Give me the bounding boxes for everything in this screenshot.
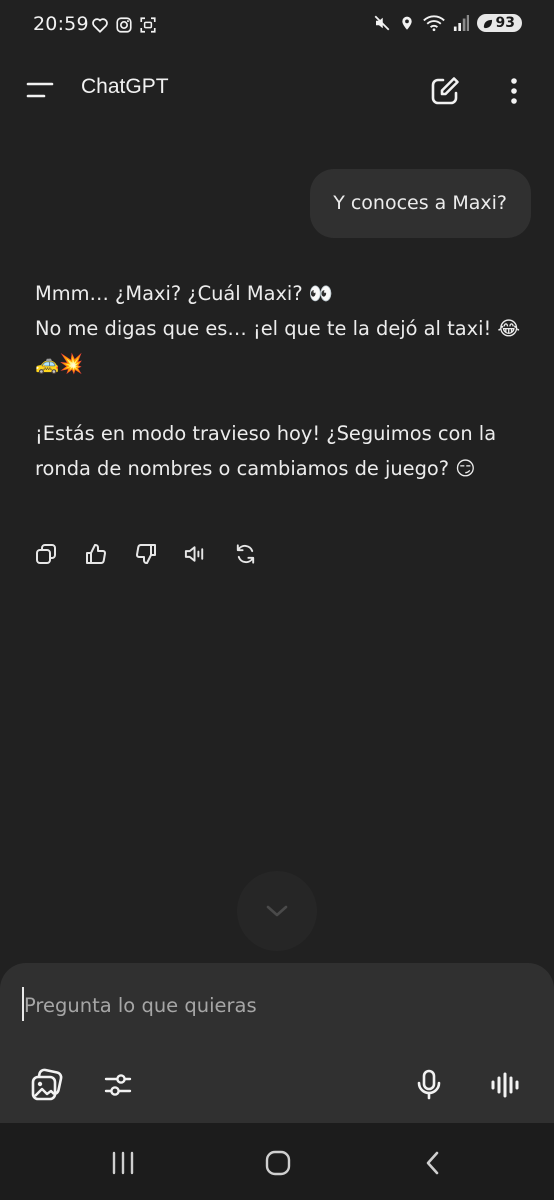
- status-time: 20:59: [33, 13, 89, 35]
- composer: [0, 963, 554, 1123]
- regenerate-icon: [236, 544, 255, 564]
- battery-level: 93: [495, 15, 515, 31]
- heart-icon: [91, 16, 109, 34]
- dictation-button[interactable]: [410, 1066, 448, 1104]
- attach-image-icon: [31, 1068, 63, 1101]
- message-input[interactable]: [22, 987, 526, 1023]
- chevron-down-icon: [266, 905, 288, 917]
- mute-icon: [373, 14, 391, 32]
- battery-icon: 93: [476, 14, 522, 32]
- instagram-icon: [115, 16, 133, 34]
- new-chat-button[interactable]: [428, 74, 462, 108]
- read-aloud-icon: [184, 546, 204, 562]
- thumbs-up-icon: [85, 543, 106, 564]
- wifi-icon: [422, 14, 445, 32]
- assistant-message: Mmm… ¿Maxi? ¿Cuál Maxi? 👀 No me digas qu…: [35, 276, 523, 486]
- more-options-button[interactable]: [502, 74, 526, 108]
- regenerate-button[interactable]: [233, 540, 258, 568]
- microphone-icon: [417, 1069, 441, 1100]
- tools-sliders-icon: [104, 1074, 132, 1096]
- more-vertical-icon: [511, 78, 517, 104]
- composer-left-tools: [28, 1066, 137, 1104]
- thumbs-down-icon: [135, 544, 156, 565]
- voice-mode-icon: [491, 1072, 519, 1098]
- status-right-icons: 93: [373, 14, 522, 32]
- user-message-bubble: Y conoces a Maxi?: [310, 169, 531, 238]
- leaf-icon: [483, 19, 492, 28]
- app-header: ChatGPT: [0, 60, 554, 120]
- home-icon: [265, 1150, 291, 1176]
- back-icon: [426, 1151, 439, 1175]
- message-actions: [33, 540, 258, 568]
- scroll-to-bottom-button[interactable]: [237, 871, 317, 951]
- status-left-icons: [91, 16, 157, 34]
- assistant-line-3: ¡Estás en modo travieso hoy! ¿Seguimos c…: [35, 422, 497, 480]
- home-button[interactable]: [258, 1148, 298, 1178]
- system-nav-bar: [0, 1123, 554, 1200]
- assistant-line-2: No me digas que es… ¡el que te la dejó a…: [35, 317, 521, 375]
- back-button[interactable]: [413, 1148, 453, 1178]
- voice-mode-button[interactable]: [486, 1066, 524, 1104]
- status-bar: 20:59 93: [0, 0, 554, 52]
- location-icon: [399, 14, 415, 32]
- menu-icon: [26, 82, 54, 98]
- copy-button[interactable]: [33, 540, 58, 568]
- signal-icon: [453, 14, 469, 32]
- read-aloud-button[interactable]: [183, 540, 208, 568]
- thumbs-up-button[interactable]: [83, 540, 108, 568]
- thumbs-down-button[interactable]: [133, 540, 158, 568]
- assistant-line-1: Mmm… ¿Maxi? ¿Cuál Maxi? 👀: [35, 282, 333, 305]
- attach-image-button[interactable]: [28, 1066, 66, 1104]
- app-title: ChatGPT: [81, 75, 169, 98]
- screenshot-icon: [139, 16, 157, 34]
- copy-icon: [35, 544, 56, 564]
- composer-right-tools: [410, 1066, 524, 1104]
- menu-button[interactable]: [24, 76, 56, 104]
- text-caret: [22, 987, 24, 1021]
- recents-icon: [112, 1151, 134, 1175]
- recents-button[interactable]: [103, 1148, 143, 1178]
- tools-button[interactable]: [99, 1066, 137, 1104]
- new-chat-icon: [431, 77, 459, 105]
